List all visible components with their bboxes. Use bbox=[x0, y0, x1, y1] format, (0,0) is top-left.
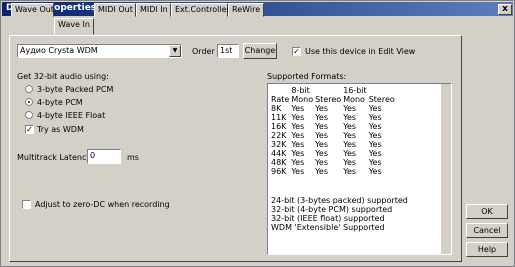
table-row: Rate Mono Stereo Mono Stereo bbox=[270, 95, 396, 104]
column-header: Stereo bbox=[315, 95, 342, 104]
rate-cell: 16K bbox=[271, 122, 287, 131]
support-cell: Yes bbox=[315, 131, 329, 140]
try-wdm-checkbox[interactable]: ✓ bbox=[25, 125, 34, 134]
use-device-label: Use this device in Edit View bbox=[305, 47, 416, 56]
radio-3byte-label: 3-byte Packed PCM bbox=[37, 85, 114, 94]
ok-button[interactable]: OK bbox=[466, 204, 508, 219]
formats-table: 8-bit 16-bit Rate Mono Stereo Mono Stere… bbox=[270, 86, 396, 176]
latency-input[interactable]: 0 bbox=[87, 149, 121, 164]
support-cell: Yes bbox=[315, 167, 329, 176]
support-cell: Yes bbox=[315, 149, 329, 158]
rate-cell: 96K bbox=[271, 167, 287, 176]
device-select[interactable]: Аудио Crysta WDM ▼ bbox=[17, 44, 182, 58]
format-note: WDM 'Extensible' Supported bbox=[271, 223, 385, 232]
radio-float-label: 4-byte IEEE Float bbox=[37, 111, 106, 120]
support-cell: Yes bbox=[315, 104, 329, 113]
help-button[interactable]: Help bbox=[466, 242, 508, 257]
formats-heading: Supported Formats: bbox=[267, 72, 347, 81]
tab-ext-controller[interactable]: Ext.Controller bbox=[171, 3, 230, 17]
order-field[interactable]: 1st bbox=[217, 44, 239, 58]
tab-rewire[interactable]: ReWire bbox=[228, 3, 264, 17]
support-cell: Yes bbox=[291, 158, 305, 167]
support-cell: Yes bbox=[368, 158, 382, 167]
audio-heading: Get 32-bit audio using: bbox=[17, 72, 109, 81]
tab-wave-in[interactable]: Wave In bbox=[54, 18, 94, 35]
support-cell: Yes bbox=[315, 113, 329, 122]
latency-label: Multitrack Latency bbox=[17, 153, 92, 162]
support-cell: Yes bbox=[343, 140, 357, 149]
support-cell: Yes bbox=[368, 104, 382, 113]
rate-cell: 8K bbox=[271, 104, 282, 113]
support-cell: Yes bbox=[343, 167, 357, 176]
table-row: 22K Yes Yes Yes Yes bbox=[270, 131, 396, 140]
radio-float[interactable] bbox=[25, 111, 33, 119]
support-cell: Yes bbox=[368, 149, 382, 158]
radio-4byte[interactable] bbox=[25, 98, 33, 106]
support-cell: Yes bbox=[291, 122, 305, 131]
table-row: 8K Yes Yes Yes Yes bbox=[270, 104, 396, 113]
group-header: 8-bit bbox=[291, 86, 310, 95]
change-button[interactable]: Change bbox=[243, 43, 277, 59]
support-cell: Yes bbox=[343, 158, 357, 167]
column-header: Stereo bbox=[368, 95, 395, 104]
tab-wave-out[interactable]: Wave Out bbox=[11, 3, 54, 17]
device-select-value: Аудио Crysta WDM bbox=[20, 46, 98, 55]
rate-cell: 44K bbox=[271, 149, 287, 158]
formats-list[interactable]: 8-bit 16-bit Rate Mono Stereo Mono Stere… bbox=[267, 83, 452, 255]
support-cell: Yes bbox=[291, 167, 305, 176]
support-cell: Yes bbox=[315, 122, 329, 131]
latency-unit: ms bbox=[127, 153, 139, 162]
column-header: Mono bbox=[291, 95, 314, 104]
support-cell: Yes bbox=[291, 113, 305, 122]
support-cell: Yes bbox=[315, 158, 329, 167]
radio-3byte[interactable] bbox=[25, 85, 33, 93]
support-cell: Yes bbox=[291, 104, 305, 113]
zero-dc-checkbox[interactable] bbox=[22, 200, 31, 209]
table-row: 16K Yes Yes Yes Yes bbox=[270, 122, 396, 131]
column-header: Mono bbox=[343, 95, 365, 104]
format-note: 32-bit (4-byte PCM) supported bbox=[271, 205, 393, 214]
support-cell: Yes bbox=[291, 140, 305, 149]
table-row: 44K Yes Yes Yes Yes bbox=[270, 149, 396, 158]
tab-midi-out[interactable]: MIDI Out bbox=[94, 3, 136, 17]
radio-4byte-label: 4-byte PCM bbox=[37, 98, 83, 107]
column-header: Rate bbox=[271, 95, 290, 104]
format-note: 24-bit (3-bytes packed) supported bbox=[271, 196, 408, 205]
formats-scrollbar[interactable] bbox=[441, 84, 451, 254]
support-cell: Yes bbox=[368, 113, 382, 122]
support-cell: Yes bbox=[315, 140, 329, 149]
support-cell: Yes bbox=[343, 149, 357, 158]
table-row: 96K Yes Yes Yes Yes bbox=[270, 167, 396, 176]
support-cell: Yes bbox=[343, 131, 357, 140]
device-properties-window: Device Properties x Wave Out Wave In MID… bbox=[0, 0, 515, 267]
support-cell: Yes bbox=[343, 113, 357, 122]
format-note: 32-bit (IEEE float) supported bbox=[271, 214, 385, 223]
group-header: 16-bit bbox=[343, 86, 367, 95]
support-cell: Yes bbox=[368, 140, 382, 149]
support-cell: Yes bbox=[368, 122, 382, 131]
table-row: 8-bit 16-bit bbox=[270, 86, 396, 95]
chevron-down-icon[interactable]: ▼ bbox=[169, 45, 181, 57]
table-row: 32K Yes Yes Yes Yes bbox=[270, 140, 396, 149]
tab-midi-in[interactable]: MIDI In bbox=[136, 3, 171, 17]
zero-dc-label: Adjust to zero-DC when recording bbox=[35, 200, 170, 209]
use-device-checkbox[interactable]: ✓ bbox=[292, 47, 301, 56]
support-cell: Yes bbox=[343, 122, 357, 131]
support-cell: Yes bbox=[291, 131, 305, 140]
support-cell: Yes bbox=[368, 167, 382, 176]
support-cell: Yes bbox=[291, 149, 305, 158]
close-icon[interactable]: x bbox=[498, 4, 512, 15]
try-wdm-label: Try as WDM bbox=[37, 125, 84, 134]
support-cell: Yes bbox=[343, 104, 357, 113]
rate-cell: 22K bbox=[271, 131, 287, 140]
rate-cell: 32K bbox=[271, 140, 287, 149]
table-row: 48K Yes Yes Yes Yes bbox=[270, 158, 396, 167]
support-cell: Yes bbox=[368, 131, 382, 140]
table-row: 11K Yes Yes Yes Yes bbox=[270, 113, 396, 122]
cancel-button[interactable]: Cancel bbox=[466, 223, 508, 238]
rate-cell: 48K bbox=[271, 158, 287, 167]
rate-cell: 11K bbox=[271, 113, 287, 122]
order-label: Order bbox=[192, 47, 215, 56]
